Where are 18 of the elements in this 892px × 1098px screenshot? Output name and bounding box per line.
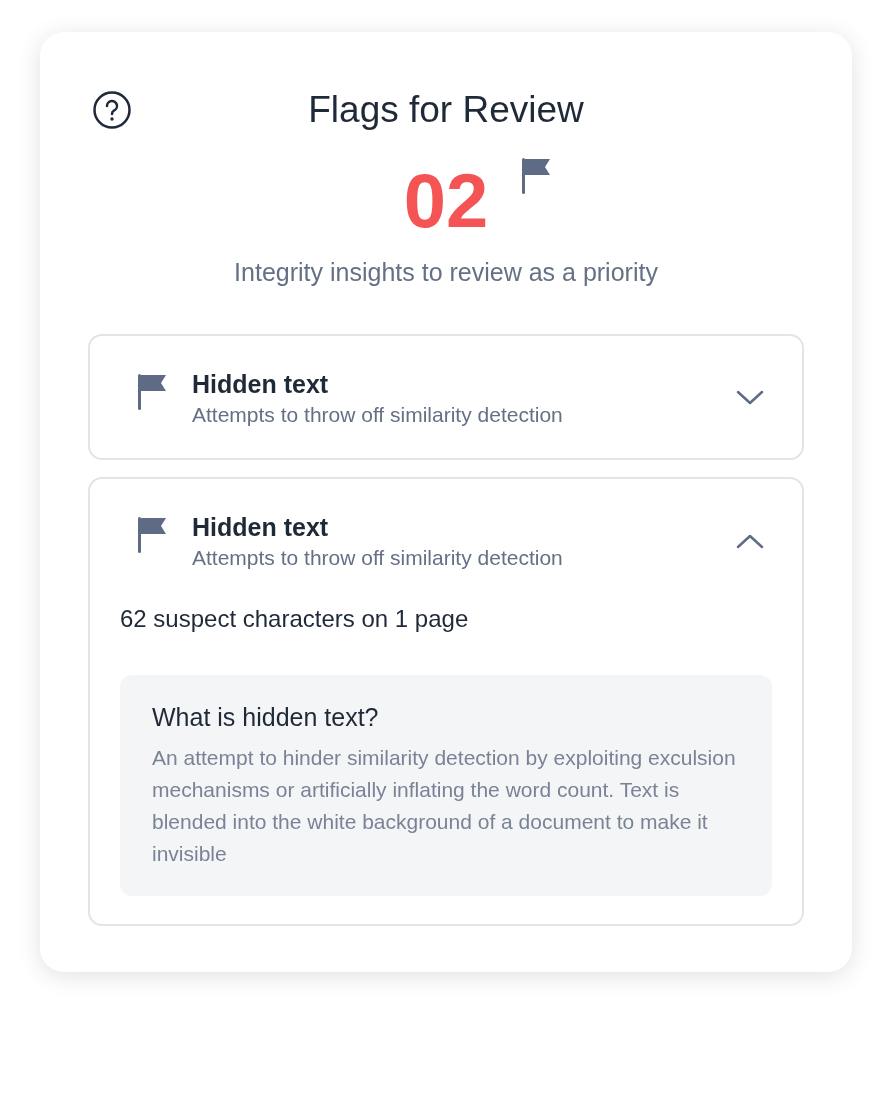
help-icon[interactable] (92, 90, 132, 130)
flag-icon (136, 514, 168, 555)
flag-header[interactable]: Hidden text Attempts to throw off similarity detection (120, 510, 772, 573)
info-title: What is hidden text? (152, 701, 380, 733)
flag-count: 02 (403, 158, 489, 243)
card-title: Flags for Review (308, 88, 584, 133)
flag-description: Attempts to throw off similarity detection (192, 544, 564, 571)
flag-icon (136, 371, 168, 412)
flag-title: Hidden text (192, 511, 330, 543)
flag-description: Attempts to throw off similarity detection (192, 401, 564, 428)
flag-title: Hidden text (192, 368, 330, 400)
chevron-down-icon (736, 389, 764, 406)
info-text: An attempt to hinder similarity detection by exploiting exculsion mechanisms or artificially inflating the word count. Text is blended into the white background of a document to make it invisible (152, 745, 737, 867)
flag-icon (519, 156, 552, 196)
chevron-up-icon (736, 532, 764, 549)
suspect-summary: 62 suspect characters on 1 page (120, 603, 470, 634)
flag-header[interactable]: Hidden text Attempts to throw off similarity detection (120, 367, 772, 430)
subtitle: Integrity insights to review as a priority (233, 257, 659, 288)
